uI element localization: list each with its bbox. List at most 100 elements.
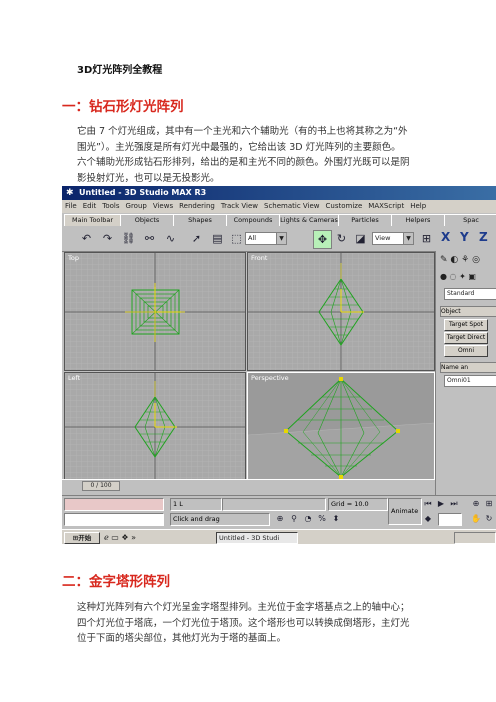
spinner-snap-icon[interactable]: ⬍ bbox=[330, 513, 342, 525]
geometry-icon[interactable]: ● bbox=[440, 272, 447, 281]
ie-icon[interactable]: ℯ bbox=[104, 533, 109, 542]
tab-lights-cameras[interactable]: Lights & Cameras bbox=[279, 214, 339, 226]
modify-tab-icon[interactable]: ◐ bbox=[450, 255, 458, 265]
unlink-icon[interactable]: ⚯ bbox=[141, 230, 158, 247]
percent-snap-icon[interactable]: % bbox=[316, 513, 328, 525]
tab-space-warps[interactable]: Spac bbox=[444, 214, 496, 226]
snap-toggle-icon[interactable]: ⚲ bbox=[288, 513, 300, 525]
menu-edit[interactable]: Edit bbox=[83, 202, 97, 210]
tab-particles[interactable]: Particles bbox=[338, 214, 392, 226]
viewport-top-label: Top bbox=[68, 254, 79, 262]
axis-y-button[interactable]: Y bbox=[460, 230, 469, 244]
zoom-icon[interactable]: ⊕ bbox=[470, 498, 482, 510]
tab-objects[interactable]: Objects bbox=[120, 214, 174, 226]
window-title: Untitled - 3D Studio MAX R3 bbox=[79, 188, 207, 197]
axis-z-button[interactable]: Z bbox=[479, 230, 488, 244]
redo-icon[interactable]: ↷ bbox=[99, 230, 116, 247]
time-slider-bar: 0 / 100 bbox=[62, 479, 435, 491]
create-tab-icon[interactable]: ✎ bbox=[440, 255, 448, 265]
prompt-line: Click and drag bbox=[170, 513, 270, 526]
menu-track-view[interactable]: Track View bbox=[221, 202, 258, 210]
lock-selection-icon[interactable]: ⊕ bbox=[274, 513, 286, 525]
bind-spacewarp-icon[interactable]: ∿ bbox=[162, 230, 179, 247]
key-mode-icon[interactable]: ◆ bbox=[422, 513, 434, 525]
object-name-field[interactable]: Omni01 bbox=[444, 375, 496, 387]
command-panel-tabs: ✎ ◐ ⚘ ◎ bbox=[440, 253, 496, 267]
tab-shapes[interactable]: Shapes bbox=[173, 214, 227, 226]
maxscript-listener-field[interactable] bbox=[64, 498, 164, 511]
max-screenshot: ✱ Untitled - 3D Studio MAX R3 File Edit Too… bbox=[62, 186, 496, 544]
menu-help[interactable]: Help bbox=[410, 202, 426, 210]
select-link-icon[interactable]: ⛓ bbox=[120, 230, 137, 247]
selection-filter-dropdown[interactable]: All ▼ bbox=[245, 232, 287, 245]
move-icon[interactable]: ✥ bbox=[313, 230, 332, 249]
selection-count: 1 L bbox=[170, 498, 222, 511]
start-button[interactable]: ⊞开始 bbox=[64, 532, 100, 544]
angle-snap-icon[interactable]: ◔ bbox=[302, 513, 314, 525]
category-dropdown[interactable]: Standard bbox=[444, 288, 496, 300]
desktop-icon[interactable]: ▭ bbox=[111, 533, 119, 542]
section2-line: 四个灯光位于塔底，一个灯光位于塔顶。这个塔形也可以转换成倒塔形，主灯光 bbox=[77, 617, 410, 629]
menu-schematic-view[interactable]: Schematic View bbox=[264, 202, 320, 210]
pan-icon[interactable]: ✋ bbox=[470, 513, 482, 525]
select-by-name-icon[interactable]: ▤ bbox=[209, 230, 226, 247]
document-title: 3D灯光阵列全教程 bbox=[77, 65, 163, 76]
menu-file[interactable]: File bbox=[65, 202, 77, 210]
menu-views[interactable]: Views bbox=[153, 202, 173, 210]
zoom-all-icon[interactable]: ⊞ bbox=[483, 498, 495, 510]
target-spot-button[interactable]: Target Spot bbox=[444, 319, 488, 331]
reference-coord-dropdown[interactable]: View ▼ bbox=[372, 232, 414, 245]
section2-body: 这种灯光阵列有六个灯光呈金字塔型排列。主光位于金字塔基点之上的轴中心； 四个灯光… bbox=[77, 600, 437, 647]
tab-compounds[interactable]: Compounds bbox=[226, 214, 280, 226]
arc-rotate-icon[interactable]: ↻ bbox=[483, 513, 495, 525]
current-frame-field[interactable] bbox=[438, 513, 462, 526]
region-select-icon[interactable]: ⬚ bbox=[228, 230, 245, 247]
section1-line: 六个辅助光形成钻石形排列，给出的是和主光不同的颜色。外围灯光既可以是阴 bbox=[77, 157, 410, 168]
name-color-rollout[interactable]: Name an bbox=[440, 362, 496, 373]
target-direct-button[interactable]: Target Direct bbox=[444, 332, 488, 344]
system-tray bbox=[454, 532, 496, 544]
explorer-icon[interactable]: ❖ bbox=[121, 533, 128, 542]
quick-launch-more-icon[interactable]: » bbox=[131, 533, 136, 542]
shapes-icon[interactable]: ◌ bbox=[450, 272, 457, 281]
tab-bar: Main Toolbar Objects Shapes Compounds Li… bbox=[62, 214, 496, 226]
taskbar-item-3dsmax[interactable]: Untitled - 3D Studi bbox=[216, 532, 298, 544]
omni-button[interactable]: Omni bbox=[444, 345, 488, 357]
chevron-down-icon: ▼ bbox=[403, 233, 413, 244]
scale-icon[interactable]: ◪ bbox=[352, 230, 369, 247]
viewport-perspective[interactable]: Perspective bbox=[247, 372, 435, 481]
play-icon[interactable]: ▶ bbox=[435, 498, 447, 510]
animate-button[interactable]: Animate bbox=[388, 498, 422, 525]
rotate-icon[interactable]: ↻ bbox=[333, 230, 350, 247]
menu-bar: File Edit Tools Group Views Rendering Track Vi… bbox=[62, 200, 496, 213]
viewport-left-canvas bbox=[65, 373, 245, 480]
section1-line: 围光”）。主光强度是所有灯光中最强的，它给出该 3D 灯光阵列的主要颜色。 bbox=[77, 141, 401, 153]
cameras-icon[interactable]: ▣ bbox=[468, 272, 476, 281]
object-type-rollout[interactable]: Object bbox=[440, 306, 496, 317]
viewport-perspective-label: Perspective bbox=[251, 374, 289, 382]
viewport-top[interactable]: Top bbox=[64, 252, 246, 371]
select-object-icon[interactable]: ➚ bbox=[188, 230, 205, 247]
windows-taskbar: ⊞开始 ℯ ▭ ❖ » Untitled - 3D Studi bbox=[62, 529, 496, 544]
menu-customize[interactable]: Customize bbox=[326, 202, 363, 210]
goto-end-icon[interactable]: ⏭ bbox=[448, 498, 460, 510]
tab-helpers[interactable]: Helpers bbox=[391, 214, 445, 226]
viewport-front[interactable]: Front bbox=[247, 252, 435, 371]
tab-main-toolbar[interactable]: Main Toolbar bbox=[64, 214, 121, 226]
time-slider[interactable]: 0 / 100 bbox=[82, 481, 120, 491]
undo-icon[interactable]: ↶ bbox=[78, 230, 95, 247]
pivot-center-icon[interactable]: ⊞ bbox=[418, 230, 435, 247]
menu-maxscript[interactable]: MAXScript bbox=[368, 202, 404, 210]
viewport-perspective-canvas bbox=[248, 377, 434, 480]
viewport-left[interactable]: Left bbox=[64, 372, 246, 481]
start-button-label: 开始 bbox=[78, 534, 92, 542]
menu-tools[interactable]: Tools bbox=[102, 202, 119, 210]
menu-rendering[interactable]: Rendering bbox=[179, 202, 215, 210]
motion-tab-icon[interactable]: ◎ bbox=[472, 255, 480, 265]
axis-x-button[interactable]: X bbox=[441, 230, 450, 244]
selection-filter-value: All bbox=[248, 234, 257, 242]
lights-icon[interactable]: ✦ bbox=[459, 272, 466, 281]
hierarchy-tab-icon[interactable]: ⚘ bbox=[461, 255, 469, 265]
goto-start-icon[interactable]: ⏮ bbox=[422, 498, 434, 510]
menu-group[interactable]: Group bbox=[126, 202, 147, 210]
